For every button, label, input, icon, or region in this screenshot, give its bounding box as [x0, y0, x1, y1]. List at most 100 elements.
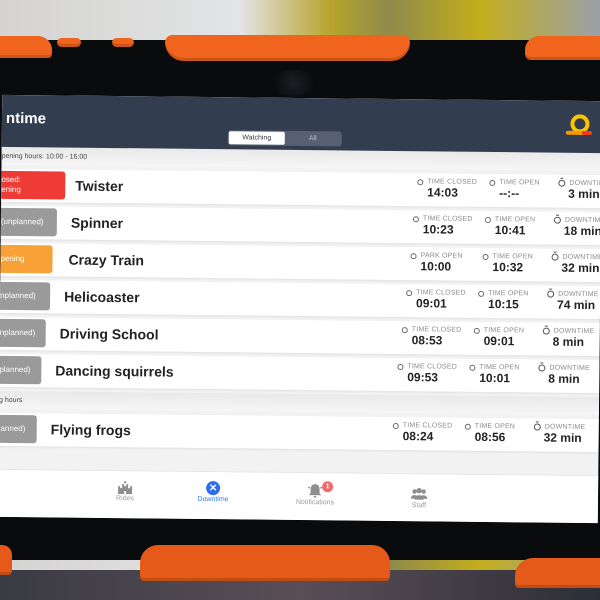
tab-downtime[interactable]: ✕ Downtime	[168, 480, 258, 504]
status-badge: pening	[0, 244, 53, 274]
photo-scene: ntime Watching All pening hours: 10:00 -…	[0, 0, 600, 600]
cell-value: 74 min	[556, 297, 596, 313]
ride-row[interactable]: nplanned) Driving School TIME CLOSED 08:…	[0, 316, 600, 357]
tab-notifications-label: Notifications	[295, 498, 335, 507]
ride-name: Dancing squirrels	[55, 362, 174, 380]
status-badge-line1: planned)	[0, 364, 31, 375]
section-header: g hours	[0, 390, 600, 416]
ride-row[interactable]: (unplanned) Spinner TIME CLOSED 10:23 TI…	[0, 205, 600, 246]
downtime-list: pening hours: 10:00 - 16:00 osed: ening T…	[0, 146, 600, 453]
clock-icon	[482, 253, 489, 260]
tab-staff-label: Staff	[411, 502, 427, 510]
time-closed-cell: PARK OPEN 10:00	[410, 252, 463, 274]
clock-icon	[417, 178, 424, 185]
status-badge: osed: ening	[0, 170, 66, 200]
ride-name: Helicoaster	[64, 288, 140, 306]
people-icon	[410, 486, 428, 502]
stopwatch-icon	[533, 423, 541, 431]
tablet-bumper	[515, 558, 600, 588]
tablet-bumper	[112, 38, 134, 47]
filter-all-tab[interactable]: All	[285, 132, 341, 146]
cell-value: 10:23	[422, 222, 454, 237]
cell-value: 10:00	[420, 259, 452, 274]
tab-notifications[interactable]: 1 Notifications	[270, 481, 360, 507]
time-closed-cell: TIME CLOSED 09:01	[406, 289, 466, 311]
circle-x-icon: ✕	[204, 480, 222, 496]
ride-row[interactable]: nplanned) Helicoaster TIME CLOSED 09:01 …	[0, 279, 600, 320]
status-badge-line1: pening	[0, 253, 25, 264]
status-badge: nplanned)	[0, 281, 51, 311]
clock-icon	[473, 327, 480, 334]
tablet-bumper	[0, 36, 52, 58]
tablet-bumper	[165, 35, 410, 61]
tab-rides-label: Rides	[116, 495, 134, 503]
stopwatch-icon	[551, 253, 559, 261]
time-closed-cell: TIME CLOSED 14:03	[417, 178, 477, 200]
clock-icon	[397, 363, 404, 370]
status-badge: nplanned)	[0, 318, 46, 348]
filter-segmented-control: Watching All	[227, 130, 342, 147]
downtime-cell: DOWNTIME 32 min	[533, 423, 585, 445]
page-title: ntime	[5, 109, 47, 128]
tab-rides[interactable]: Rides	[80, 479, 170, 503]
time-open-cell: TIME OPEN 10:41	[484, 216, 535, 238]
cell-value: 09:01	[415, 296, 447, 311]
downtime-cell: DOWNTIME 3 min	[558, 179, 600, 202]
stopwatch-icon	[547, 290, 555, 298]
cell-value: 8 min	[552, 334, 585, 349]
time-open-cell: TIME OPEN 10:15	[478, 290, 529, 312]
stopwatch-icon	[538, 364, 546, 372]
downtime-cell: DOWNTIME 8 min	[542, 327, 594, 350]
app-header: ntime Watching All	[1, 94, 600, 154]
status-badge-line1: lanned)	[0, 423, 26, 434]
status-badge-line2: ening	[1, 184, 21, 195]
cell-value: --:--	[499, 186, 520, 201]
cell-value: 3 min	[568, 186, 600, 202]
status-badge-line1: nplanned)	[0, 290, 36, 301]
tablet-bumper	[0, 545, 12, 575]
ride-row[interactable]: osed: ening Twister TIME CLOSED 14:03 TIM…	[0, 168, 600, 209]
cell-value: 8 min	[548, 371, 580, 386]
cell-value: 14:03	[427, 185, 459, 200]
clock-icon	[410, 252, 417, 259]
cell-value: 32 min	[561, 260, 600, 276]
ride-name: Driving School	[59, 325, 159, 343]
stopwatch-icon	[558, 179, 566, 187]
status-badge-line1: osed:	[1, 174, 21, 185]
time-closed-cell: TIME CLOSED 10:23	[412, 215, 473, 237]
notification-count-badge: 1	[322, 481, 334, 493]
clock-icon	[478, 290, 485, 297]
time-closed-cell: TIME CLOSED 09:53	[397, 363, 457, 385]
cell-value: 09:53	[407, 370, 439, 385]
app-logo-icon[interactable]	[564, 113, 594, 137]
tab-staff[interactable]: Staff	[374, 486, 464, 510]
tablet-bumper	[525, 36, 600, 60]
clock-icon	[469, 364, 476, 371]
ride-row[interactable]: pening Crazy Train PARK OPEN 10:00 TIME …	[0, 242, 600, 283]
tab-downtime-label: Downtime	[197, 495, 229, 504]
cell-value: 10:32	[492, 260, 524, 275]
clock-icon	[412, 215, 419, 222]
stopwatch-icon	[542, 327, 550, 335]
time-closed-cell: TIME CLOSED 08:53	[401, 326, 461, 348]
time-open-cell: TIME OPEN 10:32	[482, 253, 533, 275]
downtime-cell: DOWNTIME 8 min	[538, 364, 590, 386]
clock-icon	[392, 422, 399, 429]
clock-icon	[406, 289, 413, 296]
filter-watching-tab[interactable]: Watching	[228, 131, 285, 145]
clock-icon	[401, 326, 408, 333]
status-badge-line1: (unplanned)	[0, 216, 44, 227]
ride-row[interactable]: planned) Dancing squirrels TIME CLOSED 0…	[0, 353, 600, 394]
status-badge: lanned)	[0, 414, 37, 444]
time-open-cell: TIME OPEN 09:01	[473, 327, 524, 349]
ride-name: Twister	[75, 177, 124, 195]
app-screen: ntime Watching All pening hours: 10:00 -…	[0, 94, 600, 524]
cell-value: 08:53	[411, 333, 443, 348]
bottom-tab-bar: Rides ✕ Downtime 1 Notifications Staff	[0, 468, 599, 524]
tablet-bumper	[57, 38, 81, 47]
time-open-cell: TIME OPEN --:--	[489, 179, 540, 201]
tablet-camera	[268, 70, 320, 96]
clock-icon	[484, 216, 491, 223]
time-open-cell: TIME OPEN 08:56	[464, 423, 515, 445]
ride-row[interactable]: lanned) Flying frogs TIME CLOSED 08:24 T…	[0, 412, 599, 453]
